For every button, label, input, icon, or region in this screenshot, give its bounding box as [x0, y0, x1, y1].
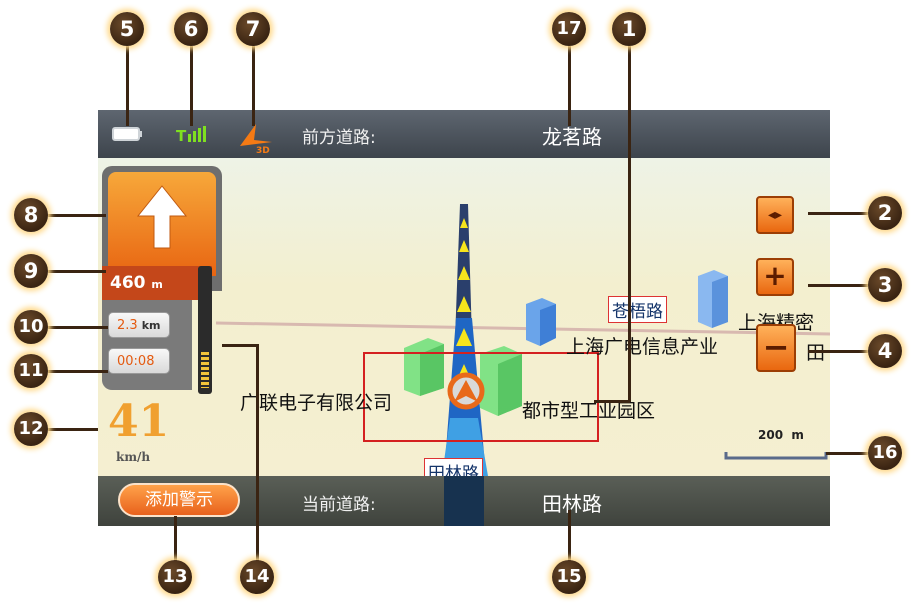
remaining-distance: 2.3 km — [108, 312, 170, 338]
scale-value: 200 — [758, 428, 784, 442]
blue-building-2 — [698, 270, 728, 328]
poi-guanglian: 广联电子有限公司 — [240, 392, 393, 414]
callout-marker-7: 7 — [236, 12, 270, 46]
speed-value: 41 — [108, 396, 170, 447]
blue-building-1 — [526, 298, 556, 346]
scale-bar — [724, 452, 828, 460]
callout-marker-2: 2 — [868, 196, 902, 230]
remaining-time: 00:08 — [108, 348, 170, 374]
poi-guangdian: 上海广电信息产业 — [566, 336, 719, 358]
callout-marker-1: 1 — [612, 12, 646, 46]
callout-marker-12: 12 — [14, 412, 48, 446]
callout-marker-6: 6 — [174, 12, 208, 46]
callout-line-15 — [568, 510, 571, 562]
current-road-label: 当前道路: — [302, 495, 376, 515]
green-building-right — [480, 346, 522, 416]
remaining-distance-unit: km — [141, 319, 161, 332]
callout-line-14b — [256, 344, 259, 562]
callout-line-6 — [190, 46, 193, 126]
callout-line-3 — [808, 284, 868, 287]
callout-marker-17: 17 — [552, 12, 586, 46]
route-continuation — [444, 476, 484, 526]
next-road-name: 龙茗路 — [542, 125, 602, 149]
callout-marker-10: 10 — [14, 310, 48, 344]
callout-line-5 — [126, 46, 129, 126]
top-bar: T 3D 前方道路: 龙茗路 — [98, 110, 830, 158]
turn-distance: 460 m — [102, 266, 212, 300]
callout-marker-15: 15 — [552, 560, 586, 594]
add-alert-button[interactable]: 添加警示 — [118, 483, 240, 517]
car-position-icon — [447, 372, 485, 410]
scale-label: 200 m — [758, 428, 804, 442]
callout-marker-5: 5 — [110, 12, 144, 46]
speed-unit: km/h — [116, 450, 151, 464]
view-mode-badge: 3D — [256, 146, 270, 154]
callout-line-4 — [808, 350, 868, 353]
svg-text:T: T — [176, 127, 187, 144]
callout-line-9 — [48, 270, 106, 273]
turn-distance-value: 460 — [110, 273, 146, 293]
volume-button[interactable]: ◂▸ — [756, 196, 794, 234]
turn-distance-unit: m — [151, 278, 163, 291]
proximity-bar — [198, 266, 212, 394]
green-building-left — [404, 338, 444, 396]
callout-line-1 — [628, 46, 631, 402]
callout-line-12 — [48, 428, 98, 431]
straight-arrow-icon — [136, 185, 188, 249]
turn-instruction[interactable] — [108, 172, 216, 276]
callout-line-7 — [252, 46, 255, 126]
zoom-out-button[interactable]: − — [756, 324, 796, 372]
callout-line-8 — [48, 214, 106, 217]
zoom-in-button[interactable]: + — [756, 258, 794, 296]
poi-urban-park: 都市型工业园区 — [522, 400, 656, 422]
callout-marker-4: 4 — [868, 334, 902, 368]
callout-line-13 — [174, 516, 177, 562]
callout-marker-8: 8 — [14, 198, 48, 232]
callout-line-17 — [568, 46, 571, 126]
callout-line-11 — [48, 370, 108, 373]
callout-marker-11: 11 — [14, 354, 48, 388]
navigation-screen: 苍梧路 田林路 上海广电信息产业 广联电子有限公司 都市型工业园区 上海精密 田… — [98, 110, 830, 526]
callout-line-16 — [826, 452, 868, 455]
callout-marker-16: 16 — [868, 436, 902, 470]
callout-line-10 — [48, 326, 108, 329]
callout-line-2 — [808, 212, 868, 215]
current-road-name: 田林路 — [542, 492, 602, 516]
callout-marker-13: 13 — [158, 560, 192, 594]
view-mode-3d-icon[interactable]: 3D — [238, 120, 278, 154]
callout-marker-14: 14 — [240, 560, 274, 594]
next-road-label: 前方道路: — [302, 128, 376, 148]
proximity-bar-fill — [201, 352, 209, 388]
gps-signal-icon: T — [176, 126, 206, 144]
callout-line-1b — [594, 400, 630, 403]
callout-marker-9: 9 — [14, 254, 48, 288]
road-label-cangwu: 苍梧路 — [608, 296, 667, 323]
battery-icon — [112, 127, 142, 141]
remaining-distance-value: 2.3 — [117, 318, 138, 333]
scale-unit: m — [791, 428, 804, 442]
callout-marker-3: 3 — [868, 268, 902, 302]
callout-line-14a — [222, 344, 258, 347]
